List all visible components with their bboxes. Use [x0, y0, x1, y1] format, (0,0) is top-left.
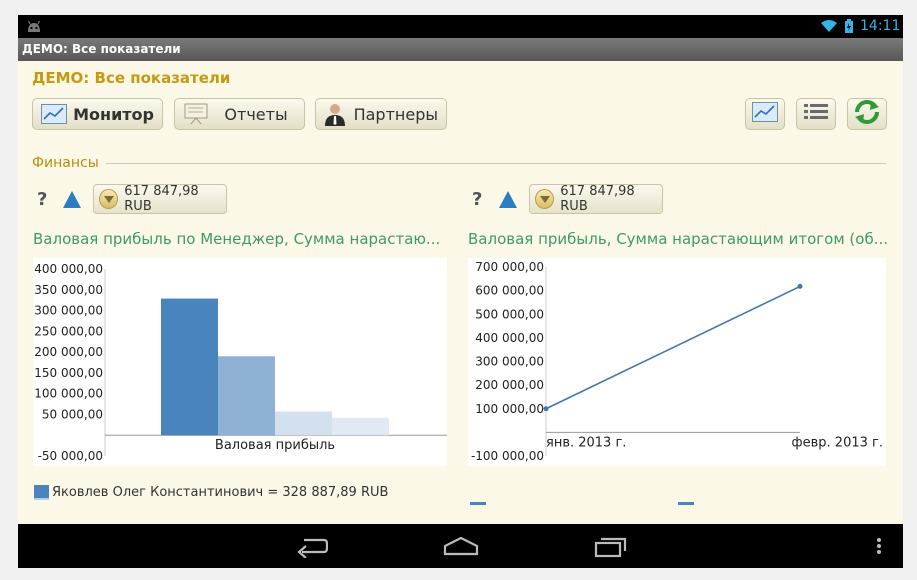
line-chart: 700 000,00 600 000,00 500 000,00 400 000,00…	[468, 258, 886, 466]
chart-icon	[40, 103, 67, 125]
y-tick-label: 100 000,00	[34, 387, 103, 401]
value-selector[interactable]: 617 847,98 RUB	[93, 184, 227, 214]
legend-swatch-partial	[678, 502, 694, 505]
legend-text: Яковлев Олег Константинович = 328 887,89…	[52, 485, 389, 500]
widget-value: 617 847,98 RUB	[560, 184, 635, 214]
back-icon[interactable]	[294, 534, 328, 558]
presentation-icon	[182, 103, 210, 125]
chart-legend: Яковлев Олег Константинович = 328 887,89…	[34, 485, 388, 500]
navigation-bar	[18, 524, 903, 568]
y-tick-label: 300 000,00	[34, 304, 103, 318]
chart-icon	[752, 102, 778, 126]
bar	[332, 417, 389, 436]
y-tick-label: 350 000,00	[34, 283, 103, 297]
y-tick-label: -50 000,00	[38, 449, 103, 463]
battery-icon	[845, 19, 853, 33]
section-divider	[106, 163, 886, 164]
y-tick-label: 700 000,00	[475, 260, 544, 274]
refresh-icon	[853, 99, 881, 129]
home-icon[interactable]	[443, 534, 479, 558]
y-tick-label: 200 000,00	[475, 378, 544, 392]
recent-apps-icon[interactable]	[594, 534, 628, 558]
trend-up-icon	[63, 191, 81, 208]
bar-chart: 400 000,00 350 000,00 300 000,00 250 000,00…	[33, 258, 447, 466]
legend-swatch	[34, 485, 49, 500]
help-icon[interactable]: ?	[37, 189, 47, 210]
clock: 14:11	[860, 18, 901, 34]
y-tick-label: 200 000,00	[34, 345, 103, 359]
y-tick-label: 600 000,00	[475, 284, 544, 298]
chevron-down-icon	[99, 189, 119, 209]
reports-button[interactable]: Отчеты	[174, 98, 305, 130]
y-tick-label: 500 000,00	[475, 307, 544, 321]
monitor-button[interactable]: Монитор	[32, 98, 163, 130]
value-selector[interactable]: 617 847,98 RUB	[529, 184, 663, 214]
y-tick-label: 100 000,00	[475, 402, 544, 416]
chevron-down-icon	[535, 189, 555, 209]
help-icon[interactable]: ?	[472, 189, 482, 210]
y-tick-label: 50 000,00	[42, 407, 103, 421]
list-icon	[803, 102, 829, 126]
section-header-finance: Финансы	[32, 155, 99, 171]
series-line	[545, 285, 801, 410]
data-point	[797, 283, 803, 289]
chart-title[interactable]: Валовая прибыль, Сумма нарастающим итого…	[468, 230, 888, 248]
y-tick-label: 400 000,00	[475, 331, 544, 345]
y-tick-label: 150 000,00	[34, 366, 103, 380]
overflow-menu-icon[interactable]	[875, 534, 883, 558]
x-tick-label: янв. 2013 г.	[546, 435, 626, 450]
y-tick-label: 250 000,00	[34, 324, 103, 338]
x-tick-label: февр. 2013 г.	[792, 435, 883, 450]
page-title: ДЕМО: Все показатели	[32, 69, 231, 87]
widget-value: 617 847,98 RUB	[124, 184, 199, 214]
window-title: ДЕМО: Все показатели	[18, 38, 903, 61]
list-view-button[interactable]	[796, 98, 836, 130]
bar	[161, 298, 218, 436]
bar	[218, 356, 275, 436]
trend-up-icon	[499, 191, 517, 208]
y-tick-label: -100 000,00	[471, 449, 544, 463]
partners-button-label: Партнеры	[353, 104, 438, 124]
legend-swatch-partial	[470, 502, 486, 505]
reports-button-label: Отчеты	[224, 104, 288, 124]
tablet-screen: 14:11 ДЕМО: Все показатели ДЕМО: Все пок…	[18, 15, 903, 568]
person-icon	[323, 103, 348, 126]
chart-title[interactable]: Валовая прибыль по Менеджер, Сумма нарас…	[33, 230, 445, 248]
partners-button[interactable]: Партнеры	[315, 98, 447, 130]
wifi-icon	[821, 20, 837, 32]
android-notification-icon	[27, 20, 41, 32]
data-point	[543, 406, 549, 412]
y-tick-label: 300 000,00	[475, 355, 544, 369]
main-content: ДЕМО: Все показатели Монитор Отчеты Парт…	[18, 61, 903, 524]
bar	[275, 411, 332, 436]
chart-view-button[interactable]	[745, 98, 785, 130]
status-bar: 14:11	[18, 15, 903, 38]
refresh-button[interactable]	[847, 98, 887, 130]
monitor-button-label: Монитор	[73, 104, 154, 124]
x-tick-label: Валовая прибыль	[215, 438, 335, 453]
y-tick-label: 400 000,00	[34, 262, 103, 276]
